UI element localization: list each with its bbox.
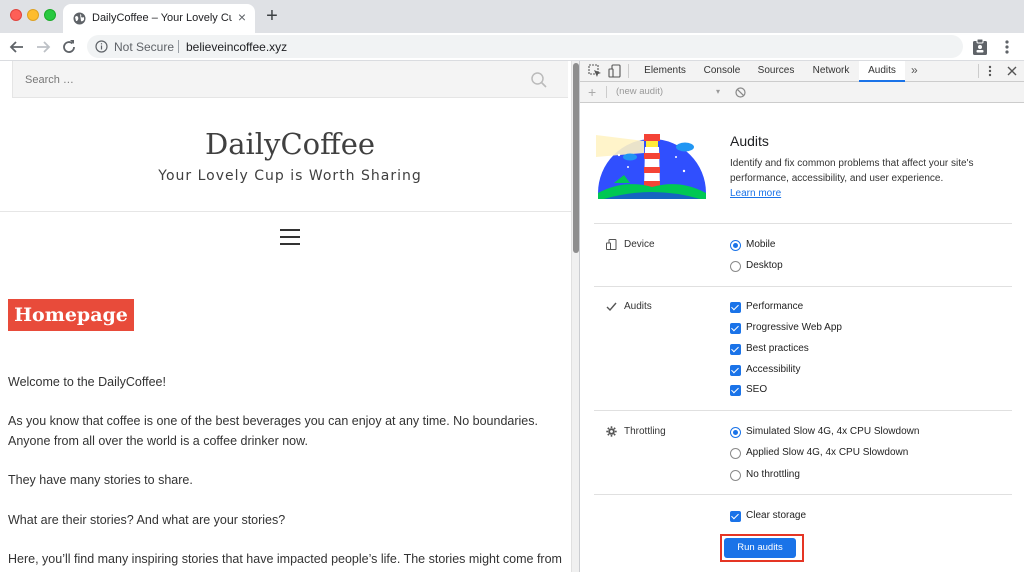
toolbar-divider bbox=[606, 86, 607, 98]
devtools-tab-bar: Elements Console Sources Network Audits … bbox=[580, 61, 1024, 82]
search-icon[interactable] bbox=[530, 71, 548, 89]
audits-section-label: Audits bbox=[624, 301, 652, 312]
site-title[interactable]: DailyCoffee bbox=[0, 127, 571, 161]
device-section-label: Device bbox=[624, 239, 655, 250]
option-label: Progressive Web App bbox=[746, 322, 842, 333]
browser-window: DailyCoffee – Your Lovely Cup is Worth S… bbox=[0, 0, 1024, 572]
devtools-tab-sources[interactable]: Sources bbox=[750, 61, 802, 82]
lighthouse-illustration bbox=[596, 134, 706, 199]
devtools-tab-audits[interactable]: Audits bbox=[859, 61, 905, 82]
radio-selected[interactable] bbox=[730, 427, 741, 438]
browser-tab-active[interactable]: DailyCoffee – Your Lovely Cup is Worth S… bbox=[63, 4, 255, 33]
header-divider bbox=[0, 211, 571, 212]
toolbar-divider bbox=[978, 64, 979, 78]
toolbar-divider bbox=[628, 64, 629, 78]
checkbox-checked[interactable] bbox=[730, 323, 741, 334]
throttling-section-label: Throttling bbox=[624, 426, 666, 437]
clear-block-icon[interactable] bbox=[735, 87, 746, 98]
paragraph-inspiring: Here, you’ll find many inspiring stories… bbox=[8, 552, 562, 566]
site-tagline: Your Lovely Cup is Worth Sharing bbox=[158, 168, 422, 184]
checkbox-checked[interactable] bbox=[730, 511, 741, 522]
audits-description: Identify and fix common problems that af… bbox=[730, 156, 1000, 201]
audits-heading: Audits bbox=[730, 133, 769, 149]
paragraph-question: What are their stories? And what are you… bbox=[8, 513, 286, 527]
reload-icon[interactable] bbox=[60, 38, 78, 56]
paragraph-intro: As you know that coffee is one of the be… bbox=[8, 414, 538, 448]
option-label: No throttling bbox=[746, 469, 800, 480]
devtools-tab-console[interactable]: Console bbox=[696, 61, 748, 82]
option-label: Clear storage bbox=[746, 510, 807, 521]
checkbox-checked[interactable] bbox=[730, 365, 741, 376]
forward-arrow-icon[interactable] bbox=[34, 38, 52, 56]
paragraph-welcome: Welcome to the DailyCoffee! bbox=[8, 375, 166, 389]
option-label: Accessibility bbox=[746, 364, 801, 375]
audit-report-select[interactable]: (new audit) bbox=[616, 86, 722, 97]
section-divider bbox=[594, 223, 1012, 224]
section-divider bbox=[594, 286, 1012, 287]
address-bar[interactable]: Not Secure believeincoffee.xyz bbox=[87, 35, 963, 58]
close-window-button[interactable] bbox=[10, 9, 22, 21]
devtools-menu-icon[interactable] bbox=[983, 64, 997, 78]
radio-selected[interactable] bbox=[730, 240, 741, 251]
chevron-down-icon[interactable]: ▾ bbox=[716, 87, 720, 96]
device-icon bbox=[606, 239, 617, 250]
radio-unselected[interactable] bbox=[730, 470, 741, 481]
option-label: Mobile bbox=[746, 239, 776, 250]
tab-title: DailyCoffee – Your Lovely Cup is Worth S… bbox=[92, 12, 232, 24]
security-status: Not Secure bbox=[114, 40, 175, 54]
close-tab-icon[interactable]: × bbox=[235, 10, 249, 24]
minimize-window-button[interactable] bbox=[27, 9, 39, 21]
url-text[interactable]: believeincoffee.xyz bbox=[186, 40, 287, 54]
device-toolbar-icon[interactable] bbox=[608, 64, 622, 78]
audits-toolbar: + (new audit) ▾ bbox=[580, 82, 1024, 103]
hamburger-menu-icon[interactable] bbox=[280, 229, 300, 245]
checkbox-checked[interactable] bbox=[730, 302, 741, 313]
option-label: Simulated Slow 4G, 4x CPU Slowdown bbox=[746, 426, 920, 437]
extension-clipboard-icon[interactable] bbox=[972, 38, 988, 56]
devtools-panel: Elements Console Sources Network Audits … bbox=[579, 61, 1024, 572]
globe-icon bbox=[73, 12, 86, 25]
search-input[interactable] bbox=[13, 61, 513, 98]
paragraph-stories: They have many stories to share. bbox=[8, 473, 193, 487]
option-label: Best practices bbox=[746, 343, 809, 354]
checkbox-checked[interactable] bbox=[730, 344, 741, 355]
info-icon[interactable] bbox=[95, 40, 108, 53]
checkbox-checked[interactable] bbox=[730, 385, 741, 396]
audits-description-text: Identify and fix common problems that af… bbox=[730, 158, 974, 184]
page-heading-badge: Homepage bbox=[8, 299, 134, 331]
site-search-bar bbox=[12, 61, 568, 98]
option-label: Performance bbox=[746, 301, 804, 312]
gear-icon bbox=[606, 426, 617, 437]
checkmark-icon bbox=[606, 302, 617, 312]
web-page: DailyCoffee Your Lovely Cup is Worth Sha… bbox=[0, 61, 571, 572]
tab-strip: DailyCoffee – Your Lovely Cup is Worth S… bbox=[0, 0, 1024, 33]
devtools-tab-elements[interactable]: Elements bbox=[637, 61, 693, 82]
section-divider bbox=[594, 410, 1012, 411]
radio-unselected[interactable] bbox=[730, 261, 741, 272]
maximize-window-button[interactable] bbox=[44, 9, 56, 21]
add-audit-button[interactable]: + bbox=[588, 84, 596, 100]
devtools-tab-network[interactable]: Network bbox=[805, 61, 857, 82]
close-devtools-icon[interactable] bbox=[1005, 64, 1019, 78]
run-audits-button[interactable]: Run audits bbox=[724, 538, 796, 558]
new-tab-button[interactable]: + bbox=[262, 6, 282, 26]
address-divider bbox=[178, 40, 179, 53]
option-label: Applied Slow 4G, 4x CPU Slowdown bbox=[746, 447, 909, 458]
learn-more-link[interactable]: Learn more bbox=[730, 188, 781, 199]
option-label: Desktop bbox=[746, 260, 783, 271]
browser-menu-icon[interactable] bbox=[1000, 38, 1014, 56]
page-scrollbar[interactable] bbox=[571, 61, 579, 572]
browser-toolbar: Not Secure believeincoffee.xyz bbox=[0, 33, 1024, 61]
back-arrow-icon[interactable] bbox=[8, 38, 26, 56]
section-divider bbox=[594, 494, 1012, 495]
radio-unselected[interactable] bbox=[730, 448, 741, 459]
more-tabs-icon[interactable]: » bbox=[911, 63, 918, 77]
option-label: SEO bbox=[746, 384, 768, 395]
inspect-element-icon[interactable] bbox=[588, 64, 602, 78]
